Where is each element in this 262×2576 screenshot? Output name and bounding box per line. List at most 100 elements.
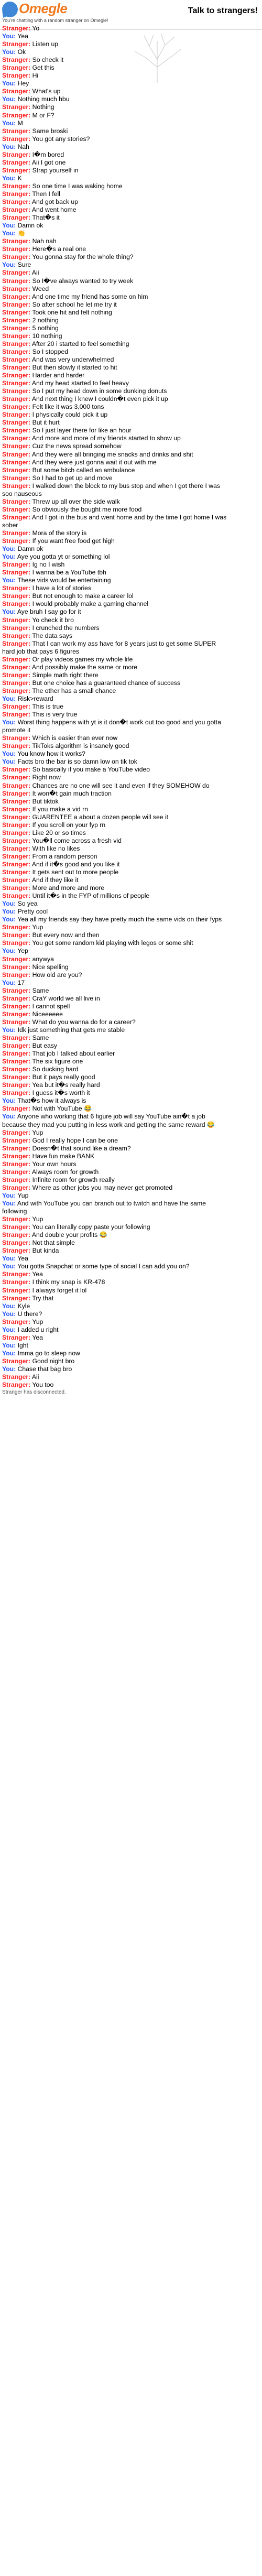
message-text: But easy bbox=[32, 1042, 58, 1050]
message-text: The six figure one bbox=[32, 1058, 83, 1066]
message-text: 5 nothing bbox=[32, 324, 59, 332]
message-text: And was very underwhelmed bbox=[31, 355, 114, 363]
you-message: You: Worst thing happens with yt is it d… bbox=[2, 719, 227, 734]
stranger-message: Stranger: Harder and harder bbox=[2, 372, 227, 379]
stranger-message: Stranger: So check it bbox=[2, 56, 227, 64]
message-text: But some bitch called an ambulance bbox=[32, 466, 135, 474]
stranger-message: Stranger: I would probably make a gaming… bbox=[2, 600, 227, 608]
you-message: You: These vids would be entertaining bbox=[2, 577, 227, 584]
stranger-label: Stranger: bbox=[2, 324, 31, 332]
stranger-message: Stranger: Infinite room for growth reall… bbox=[2, 1176, 227, 1184]
message-text: So basically if you make a YouTube video bbox=[32, 766, 150, 774]
stranger-message: Stranger: Until it�s in the FYP of milli… bbox=[2, 892, 227, 900]
stranger-message: Stranger: And possibly make the same or … bbox=[2, 664, 227, 671]
stranger-label: Stranger: bbox=[2, 939, 31, 947]
message-text: Took one hit and felt nothing bbox=[32, 308, 112, 316]
stranger-label: Stranger: bbox=[2, 158, 31, 166]
message-text: But tiktok bbox=[32, 797, 59, 805]
stranger-message: Stranger: But it hurt bbox=[2, 419, 227, 427]
stranger-label: Stranger: bbox=[2, 711, 31, 719]
stranger-message: Stranger: So I put my head down in some … bbox=[2, 387, 227, 395]
message-text: Yea all my friends say they have pretty … bbox=[17, 916, 222, 923]
stranger-label: Stranger: bbox=[2, 300, 31, 308]
stranger-message: Stranger: Nah nah bbox=[2, 237, 227, 245]
stranger-label: Stranger: bbox=[2, 774, 31, 781]
message-text: Not with YouTube 😂 bbox=[32, 1105, 92, 1113]
stranger-message: Stranger: I physically could pick it up bbox=[2, 411, 227, 419]
you-label: You: bbox=[2, 95, 16, 103]
message-text: So I put my head down in some dunking do… bbox=[32, 387, 167, 395]
stranger-message: Stranger: But tiktok bbox=[2, 798, 227, 806]
stranger-message: Stranger: Always room for growth bbox=[2, 1168, 227, 1176]
stranger-message: Stranger: TikToks algorithm is insanely … bbox=[2, 742, 227, 750]
stranger-label: Stranger: bbox=[2, 813, 31, 821]
stranger-message: Stranger: Your own hours bbox=[2, 1160, 227, 1168]
stranger-label: Stranger: bbox=[2, 1168, 31, 1176]
stranger-message: Stranger: Same broski bbox=[2, 127, 227, 135]
stranger-message: Stranger: If you make a vid rn bbox=[2, 806, 227, 813]
message-text: 10 nothing bbox=[32, 332, 62, 340]
you-message: You: 👏 bbox=[2, 230, 227, 237]
message-text: But not enough to make a career lol bbox=[32, 592, 134, 600]
stranger-label: Stranger: bbox=[2, 1278, 31, 1286]
stranger-label: Stranger: bbox=[2, 868, 31, 876]
message-text: Yup bbox=[32, 923, 43, 931]
stranger-message: Stranger: Yea bbox=[2, 1270, 227, 1278]
stranger-message: Stranger: You gonna stay for the whole t… bbox=[2, 253, 227, 261]
message-text: But kinda bbox=[32, 1247, 59, 1255]
stranger-label: Stranger: bbox=[2, 703, 31, 711]
stranger-message: Stranger: Not that simple bbox=[2, 1239, 227, 1247]
stranger-message: Stranger: Cuz the news spread somehow bbox=[2, 442, 227, 450]
message-text: I have a lot of stories bbox=[32, 584, 92, 592]
stranger-message: Stranger: So I stopped bbox=[2, 348, 227, 356]
you-label: You: bbox=[2, 553, 16, 561]
you-message: You: Yea all my friends say they have pr… bbox=[2, 916, 227, 923]
message-text: Here�s a real one bbox=[32, 245, 86, 253]
message-text: Good night bro bbox=[32, 1357, 75, 1365]
you-label: You: bbox=[2, 80, 16, 88]
message-text: Kyle bbox=[17, 1302, 30, 1310]
message-text: If you scroll on your fyp rn bbox=[32, 821, 106, 829]
stranger-label: Stranger: bbox=[2, 844, 31, 852]
you-message: You: Damn ok bbox=[2, 222, 227, 230]
you-message: You: U there? bbox=[2, 1310, 227, 1318]
you-label: You: bbox=[2, 900, 16, 908]
message-text: You know how it works? bbox=[17, 750, 85, 758]
you-label: You: bbox=[2, 608, 16, 616]
stranger-label: Stranger: bbox=[2, 1381, 31, 1389]
stranger-label: Stranger: bbox=[2, 876, 31, 884]
stranger-message: Stranger: Not with YouTube 😂 bbox=[2, 1105, 227, 1113]
you-message: You: Nothing much hbu bbox=[2, 95, 227, 103]
you-label: You: bbox=[2, 750, 16, 758]
message-text: So yea bbox=[17, 900, 38, 908]
message-text: Strap yourself in bbox=[32, 166, 79, 174]
message-text: Nah bbox=[17, 143, 29, 150]
you-label: You: bbox=[2, 230, 16, 237]
stranger-label: Stranger: bbox=[2, 40, 31, 48]
stranger-message: Stranger: I always forget it lol bbox=[2, 1287, 227, 1295]
stranger-message: Stranger: Try that bbox=[2, 1295, 227, 1302]
message-text: Cuz the news spread somehow bbox=[32, 442, 122, 450]
stranger-label: Stranger: bbox=[2, 466, 31, 474]
message-text: Pretty cool bbox=[17, 908, 48, 916]
message-text: Infinite room for growth really bbox=[32, 1176, 115, 1183]
stranger-message: Stranger: Or play videos games my whole … bbox=[2, 656, 227, 664]
stranger-message: Stranger: But then slowly it started to … bbox=[2, 364, 227, 372]
message-text: Chase that bag bro bbox=[17, 1365, 72, 1373]
message-text: Felt like it was 3,000 tons bbox=[32, 403, 104, 411]
stranger-label: Stranger: bbox=[2, 805, 31, 813]
stranger-label: Stranger: bbox=[2, 1144, 31, 1152]
message-text: Get this bbox=[32, 64, 54, 72]
stranger-label: Stranger: bbox=[2, 316, 31, 324]
message-text: Which is easier than ever now bbox=[32, 734, 118, 742]
you-message: You: That�s how it always is bbox=[2, 1097, 227, 1105]
stranger-label: Stranger: bbox=[2, 364, 31, 372]
stranger-label: Stranger: bbox=[2, 986, 31, 994]
stranger-label: Stranger: bbox=[2, 971, 31, 979]
stranger-message: Stranger: It gets sent out to more peopl… bbox=[2, 868, 227, 876]
stranger-message: Stranger: You too bbox=[2, 1381, 227, 1389]
message-text: Anyone who working that 6 figure job wil… bbox=[2, 1113, 215, 1128]
message-text: Mora of the story is bbox=[32, 529, 87, 537]
stranger-message: Stranger: And went home bbox=[2, 206, 227, 214]
message-text: Nice spelling bbox=[32, 963, 69, 971]
